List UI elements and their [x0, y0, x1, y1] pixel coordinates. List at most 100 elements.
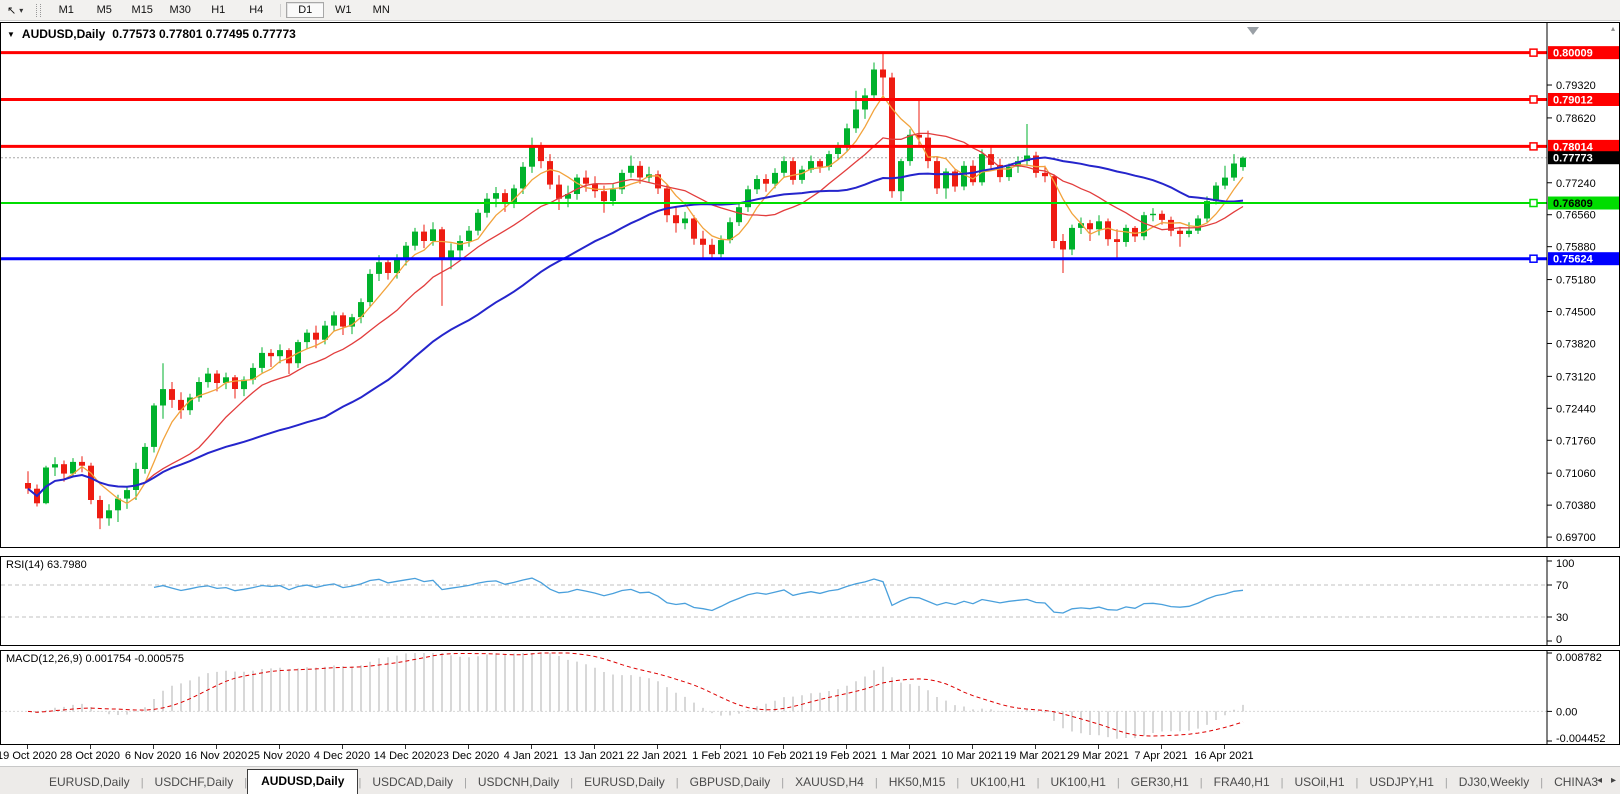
timeframe-button-w1[interactable]: W1: [324, 2, 362, 18]
candle-down: [169, 389, 175, 400]
candle-down: [61, 464, 67, 474]
rsi-tick-label: 70: [1556, 580, 1568, 592]
rsi-tick-label: 30: [1556, 612, 1568, 624]
date-tick: [279, 745, 280, 749]
candle-up: [682, 218, 688, 224]
tab-hk50-m15[interactable]: HK50,M15: [878, 771, 957, 794]
date-label: 16 Apr 2021: [1194, 750, 1254, 762]
price-tick-label: 0.69700: [1556, 532, 1596, 544]
candle-up: [151, 405, 157, 447]
candle-down: [1159, 213, 1165, 220]
candle-up: [799, 169, 805, 180]
tab-audusd-daily[interactable]: AUDUSD,Daily: [247, 769, 359, 794]
tab-eurusd-daily[interactable]: EURUSD,Daily: [38, 771, 141, 794]
candle-up: [205, 373, 211, 383]
tab-usoil-h1[interactable]: USOil,H1: [1284, 771, 1356, 794]
macd-panel[interactable]: 0.008782 0.00 -0.004452: [0, 650, 1620, 745]
hline-handle[interactable]: [1529, 142, 1538, 151]
candle-up: [862, 95, 868, 110]
mt4-chart-window: ↖ ▾ M1 M5 M15 M30 H1 H4 D1 W1 MN 0.79320 0.78620 0…: [0, 0, 1620, 794]
date-tick: [90, 745, 91, 749]
candle-down: [25, 483, 31, 489]
macd-chart[interactable]: 0.008782 0.00 -0.004452: [1, 651, 1619, 744]
timeframe-button-m1[interactable]: M1: [47, 2, 85, 18]
collapse-triangle-icon[interactable]: ▼: [7, 30, 15, 39]
date-tick: [405, 745, 406, 749]
candle-up: [1240, 157, 1246, 168]
tab-scroll-left-button[interactable]: ◂: [1597, 775, 1602, 786]
candle-down: [502, 193, 508, 204]
tab-usdcad-daily[interactable]: USDCAD,Daily: [361, 771, 464, 794]
rsi-panel[interactable]: 100 70 30 0: [0, 556, 1620, 646]
rsi-chart[interactable]: 100 70 30 0: [1, 557, 1619, 645]
candle-up: [529, 147, 535, 167]
timeframe-button-m15[interactable]: M15: [123, 2, 161, 18]
tab-usdchf-daily[interactable]: USDCHF,Daily: [144, 771, 245, 794]
tab-scroll-right-button[interactable]: ▸: [1611, 775, 1616, 786]
toolbar-grip-handle[interactable]: [36, 3, 42, 17]
timeframe-button-mn[interactable]: MN: [362, 2, 400, 18]
axis-scroll-up-icon[interactable]: ▴: [1611, 24, 1615, 33]
tab-xauusd-h4[interactable]: XAUUSD,H4: [784, 771, 875, 794]
candle-down: [700, 238, 706, 245]
price-tick-label: 0.77240: [1556, 178, 1596, 190]
tab-dj30-weekly[interactable]: DJ30,Weekly: [1448, 771, 1540, 794]
timeframe-button-d1[interactable]: D1: [286, 2, 325, 18]
timeframe-button-m30[interactable]: M30: [161, 2, 199, 18]
tab-uk100-h1[interactable]: UK100,H1: [1040, 771, 1117, 794]
candle-up: [1069, 227, 1075, 250]
rsi-line: [153, 577, 1244, 614]
candle-up: [160, 389, 166, 406]
timeframe-button-h1[interactable]: H1: [199, 2, 237, 18]
candle-down: [673, 215, 679, 224]
candle-up: [907, 134, 913, 162]
timeframe-button-m5[interactable]: M5: [85, 2, 123, 18]
macd-tick-label: -0.004452: [1556, 733, 1606, 744]
tab-eurusd-daily[interactable]: EURUSD,Daily: [573, 771, 676, 794]
cursor-tool-button[interactable]: ↖ ▾: [0, 1, 30, 19]
candle-up: [331, 315, 337, 326]
shift-marker-icon: [1247, 27, 1259, 35]
candle-up: [133, 468, 139, 490]
candle-up: [871, 69, 877, 96]
tab-gbpusd-daily[interactable]: GBPUSD,Daily: [679, 771, 782, 794]
candle-up: [430, 229, 436, 241]
main-chart[interactable]: 0.79320 0.78620 0.77240 0.76560 0.75880 0.751…: [1, 23, 1619, 547]
hline-handle[interactable]: [1529, 48, 1538, 57]
rsi-tick-label: 0: [1556, 634, 1562, 645]
tab-uk100-h1[interactable]: UK100,H1: [959, 771, 1036, 794]
candle-down: [664, 188, 670, 216]
candle-up: [1231, 163, 1237, 178]
date-tick: [1161, 745, 1162, 749]
date-tick: [531, 745, 532, 749]
date-axis[interactable]: 19 Oct 2020 28 Oct 2020 6 Nov 2020 16 Nov 2…: [0, 745, 1620, 766]
tab-ger30-h1[interactable]: GER30,H1: [1120, 771, 1200, 794]
main-chart-panel[interactable]: 0.79320 0.78620 0.77240 0.76560 0.75880 0.751…: [0, 22, 1620, 548]
candle-down: [538, 147, 544, 162]
hline-handle[interactable]: [1529, 95, 1538, 104]
chevron-down-icon: ▾: [19, 5, 24, 15]
candle-down: [1114, 239, 1120, 242]
candle-down: [880, 69, 886, 78]
candle-up: [1186, 230, 1192, 234]
symbol-period-label: AUDUSD,Daily: [21, 27, 106, 41]
candle-up: [574, 177, 580, 194]
chart-tab-bar: EURUSD,Daily | USDCHF,Daily | AUDUSD,Daily | U…: [0, 766, 1620, 794]
hline-handle[interactable]: [1529, 254, 1538, 263]
candle-up: [853, 109, 859, 129]
hline-handle[interactable]: [1529, 198, 1538, 208]
candle-down: [1087, 223, 1093, 230]
tab-usdcnh-daily[interactable]: USDCNH,Daily: [467, 771, 570, 794]
macd-signal-line: [27, 652, 1244, 737]
date-tick: [657, 745, 658, 749]
candle-down: [763, 179, 769, 184]
timeframe-button-h4[interactable]: H4: [237, 2, 275, 18]
candle-down: [592, 183, 598, 192]
tab-china300-h1[interactable]: CHINA300,H1: [1543, 771, 1598, 794]
candle-up: [628, 165, 634, 173]
candle-up: [979, 154, 985, 183]
cursor-icon: ↖: [7, 4, 17, 17]
tab-usdjpy-h1[interactable]: USDJPY,H1: [1358, 771, 1444, 794]
tab-fra40-h1[interactable]: FRA40,H1: [1203, 771, 1281, 794]
tab-scroll-arrows: ◂ ▸: [1597, 775, 1616, 786]
